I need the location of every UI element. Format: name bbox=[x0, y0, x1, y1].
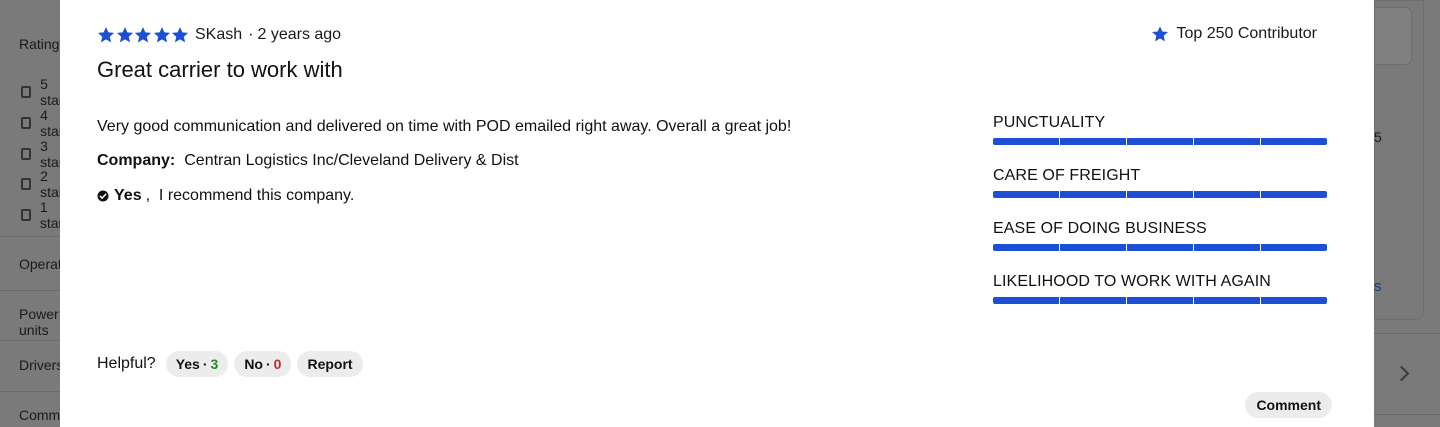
helpful-yes-button[interactable]: Yes · 3 bbox=[165, 351, 229, 377]
dot-separator: · bbox=[202, 356, 208, 372]
metric-bar-segment bbox=[993, 138, 1060, 145]
section-power-units[interactable]: Power units bbox=[19, 306, 60, 338]
metric-bar-segment bbox=[1261, 138, 1327, 145]
dot-separator: · bbox=[265, 356, 271, 372]
checkbox[interactable] bbox=[21, 209, 31, 221]
summary-link[interactable]: s bbox=[1374, 278, 1382, 295]
metric-bar-segment bbox=[993, 191, 1060, 198]
helpful-row: Helpful? Yes · 3 No · 0 Report bbox=[97, 351, 369, 377]
company-label: Company: bbox=[97, 152, 176, 169]
divider bbox=[0, 340, 60, 341]
check-circle-icon bbox=[97, 190, 109, 202]
star-icon bbox=[153, 27, 170, 43]
section-drivers[interactable]: Drivers bbox=[19, 357, 60, 373]
rating-metrics: PUNCTUALITY CARE OF FREIGHT EASE OF DOING … bbox=[993, 114, 1328, 326]
background-right-panel: 5 s bbox=[1374, 0, 1440, 427]
metric-bar-segment bbox=[1194, 244, 1261, 251]
metric-bar-segment bbox=[1060, 138, 1127, 145]
metric-row: EASE OF DOING BUSINESS bbox=[993, 220, 1328, 273]
rating-option-1[interactable]: 1 star bbox=[21, 199, 60, 231]
metric-bar-segment bbox=[1261, 191, 1327, 198]
metric-bar-segment bbox=[1194, 138, 1261, 145]
helpful-no-button[interactable]: No · 0 bbox=[234, 351, 292, 377]
rating-option-3[interactable]: 3 stars bbox=[21, 138, 60, 170]
metric-label: CARE OF FREIGHT bbox=[993, 167, 1141, 184]
reviewer-line: SKash · 2 years ago bbox=[195, 26, 341, 44]
section-comments[interactable]: Comments bbox=[19, 407, 60, 423]
metric-row: PUNCTUALITY bbox=[993, 114, 1328, 167]
posted-time: 2 years ago bbox=[257, 26, 342, 43]
metric-bar-segment bbox=[1060, 191, 1127, 198]
metric-label: PUNCTUALITY bbox=[993, 114, 1106, 131]
report-button[interactable]: Report bbox=[297, 351, 363, 377]
company-line: Company: Centran Logistics Inc/Cleveland … bbox=[97, 152, 519, 170]
checkbox[interactable] bbox=[21, 117, 32, 129]
metric-label: LIKELIHOOD TO WORK WITH AGAIN bbox=[993, 273, 1271, 290]
metric-bar-segment bbox=[1127, 244, 1194, 251]
metric-row: LIKELIHOOD TO WORK WITH AGAIN bbox=[993, 273, 1328, 326]
section-operating[interactable]: Operating bbox=[19, 256, 60, 272]
chevron-right-icon[interactable] bbox=[1393, 365, 1410, 382]
star-icon bbox=[171, 27, 189, 43]
helpful-label: Helpful? bbox=[97, 355, 156, 372]
summary-box bbox=[1375, 7, 1412, 65]
rating-stars bbox=[97, 26, 190, 44]
divider bbox=[1374, 333, 1440, 334]
metric-bar bbox=[993, 297, 1327, 304]
no-label: No bbox=[244, 356, 263, 372]
background-filter-sidebar: Ratings 5 stars 4 stars 3 stars 2 stars … bbox=[0, 0, 60, 427]
metric-bar-segment bbox=[1060, 297, 1127, 304]
yes-count: 3 bbox=[210, 356, 219, 372]
recommend-line: Yes, I recommend this company. bbox=[97, 187, 354, 205]
summary-number: 5 bbox=[1374, 129, 1382, 145]
review-title: Great carrier to work with bbox=[97, 57, 343, 82]
reviewer-name: SKash bbox=[195, 26, 243, 43]
divider bbox=[0, 236, 60, 237]
metric-bar-segment bbox=[1127, 138, 1194, 145]
metric-bar-segment bbox=[1194, 191, 1261, 198]
metric-bar bbox=[993, 138, 1327, 145]
rating-option-5[interactable]: 5 stars bbox=[21, 76, 60, 108]
contributor-label: Top 250 Contributor bbox=[1176, 25, 1317, 42]
separator: · bbox=[248, 26, 254, 43]
recommend-text: , I recommend this company. bbox=[145, 187, 355, 204]
metric-label: EASE OF DOING BUSINESS bbox=[993, 220, 1207, 237]
star-icon bbox=[134, 27, 152, 43]
summary-card bbox=[1374, 0, 1424, 320]
metric-bar-segment bbox=[1261, 244, 1327, 251]
metric-bar-segment bbox=[993, 244, 1060, 251]
metric-bar bbox=[993, 191, 1327, 198]
yes-label: Yes bbox=[175, 356, 200, 372]
metric-bar-segment bbox=[993, 297, 1060, 304]
comment-button[interactable]: Comment bbox=[1245, 392, 1332, 418]
company-name: Centran Logistics Inc/Cleveland Delivery… bbox=[184, 152, 519, 169]
no-count: 0 bbox=[273, 356, 282, 372]
star-icon bbox=[116, 27, 133, 43]
recommend-answer: Yes bbox=[114, 187, 142, 204]
checkbox[interactable] bbox=[21, 178, 32, 190]
ratings-filter-title: Ratings bbox=[19, 36, 60, 52]
contributor-badge: Top 250 Contributor bbox=[1151, 25, 1317, 43]
rating-option-4[interactable]: 4 stars bbox=[21, 107, 60, 139]
review-modal: SKash · 2 years ago Great carrier to work … bbox=[60, 0, 1374, 427]
review-body: Very good communication and delivered on… bbox=[97, 118, 792, 135]
star-icon bbox=[97, 27, 115, 43]
metric-bar-segment bbox=[1261, 297, 1327, 304]
divider bbox=[0, 290, 60, 291]
metric-row: CARE OF FREIGHT bbox=[993, 167, 1328, 220]
checkbox[interactable] bbox=[21, 86, 32, 98]
metric-bar-segment bbox=[1127, 297, 1194, 304]
star-icon bbox=[1152, 26, 1169, 42]
divider bbox=[0, 391, 60, 392]
metric-bar-segment bbox=[1060, 244, 1127, 251]
checkbox[interactable] bbox=[21, 148, 32, 160]
divider bbox=[1374, 414, 1440, 415]
metric-bar-segment bbox=[1194, 297, 1261, 304]
rating-option-2[interactable]: 2 stars bbox=[21, 168, 60, 200]
metric-bar-segment bbox=[1127, 191, 1194, 198]
metric-bar bbox=[993, 244, 1327, 251]
